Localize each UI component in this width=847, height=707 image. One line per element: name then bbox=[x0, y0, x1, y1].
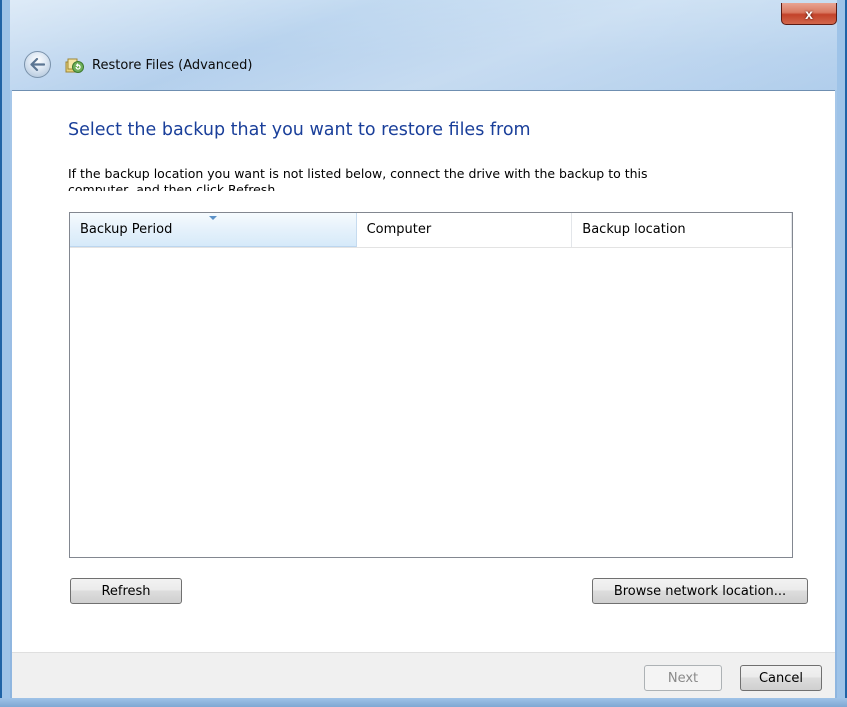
footer-bar: Next Cancel bbox=[12, 652, 835, 698]
close-icon: x bbox=[805, 5, 813, 22]
column-label-computer: Computer bbox=[366, 222, 432, 237]
close-button[interactable]: x bbox=[781, 3, 837, 25]
window-right-edge bbox=[837, 0, 847, 707]
instructions-line-2: computer, and then click Refresh. bbox=[68, 182, 280, 191]
window-left-edge bbox=[0, 0, 10, 707]
refresh-button[interactable]: Refresh bbox=[70, 578, 182, 604]
back-button[interactable] bbox=[24, 51, 51, 78]
instructions-text: If the backup location you want is not l… bbox=[68, 166, 748, 191]
instructions-line-1: If the backup location you want is not l… bbox=[68, 166, 648, 181]
content-panel: Select the backup that you want to resto… bbox=[12, 90, 835, 653]
window-bottom-edge bbox=[0, 698, 847, 707]
back-arrow-icon bbox=[30, 58, 45, 71]
page-heading: Select the backup that you want to resto… bbox=[68, 120, 531, 140]
sort-indicator-icon bbox=[209, 216, 217, 220]
list-header: Backup Period Computer Backup location bbox=[70, 213, 792, 248]
column-label-backup-period: Backup Period bbox=[80, 222, 173, 237]
column-header-backup-location[interactable]: Backup location bbox=[572, 213, 792, 247]
column-header-computer[interactable]: Computer bbox=[357, 213, 573, 247]
cancel-button[interactable]: Cancel bbox=[740, 665, 822, 691]
restore-files-icon bbox=[65, 58, 84, 73]
window-title: Restore Files (Advanced) bbox=[92, 58, 253, 73]
backup-list[interactable]: Backup Period Computer Backup location bbox=[69, 212, 793, 558]
column-header-backup-period[interactable]: Backup Period bbox=[70, 213, 357, 247]
next-button[interactable]: Next bbox=[644, 665, 722, 691]
browse-network-location-button[interactable]: Browse network location... bbox=[592, 578, 808, 604]
column-label-backup-location: Backup location bbox=[582, 222, 686, 237]
